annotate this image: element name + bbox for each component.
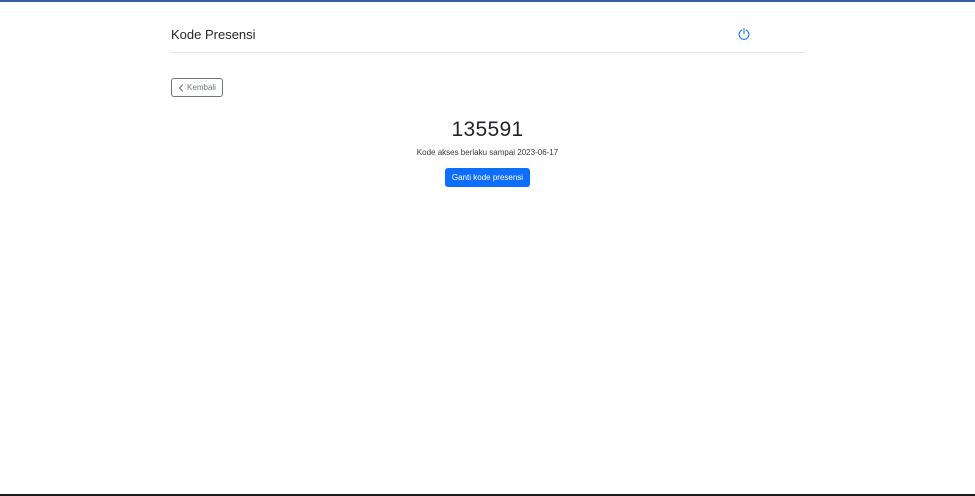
code-panel: 135591 Kode akses berlaku sampai 2023-06… bbox=[170, 116, 805, 187]
top-accent-bar bbox=[0, 0, 975, 2]
change-code-button[interactable]: Ganti kode presensi bbox=[444, 168, 531, 187]
page-title: Kode Presensi bbox=[171, 27, 256, 42]
power-icon bbox=[737, 27, 751, 41]
chevron-left-icon bbox=[178, 83, 184, 92]
logout-button[interactable] bbox=[737, 27, 751, 41]
page-header: Kode Presensi bbox=[170, 22, 805, 53]
attendance-code: 135591 bbox=[451, 118, 524, 141]
back-button-label: Kembali bbox=[187, 83, 216, 92]
back-button[interactable]: Kembali bbox=[171, 78, 223, 97]
validity-text: Kode akses berlaku sampai 2023-06-17 bbox=[416, 148, 559, 157]
